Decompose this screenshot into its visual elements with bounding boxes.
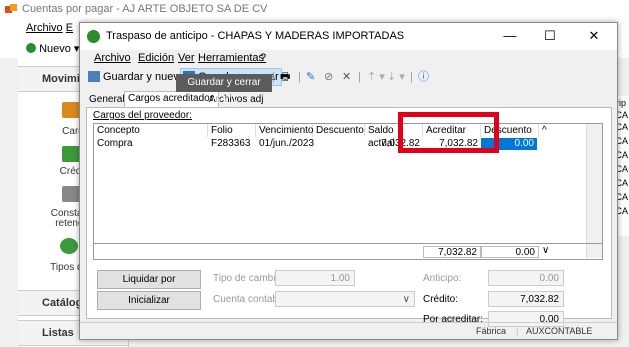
scroll-down-icon[interactable]: ∨: [542, 245, 549, 256]
column-header-vencimiento[interactable]: Vencimiento: [256, 124, 313, 137]
background-nuevo-button[interactable]: Nuevo ▾: [26, 42, 79, 55]
dialog-app-icon: [87, 30, 100, 43]
print-icon[interactable]: 🖶: [280, 69, 290, 85]
cargos-icon[interactable]: [62, 102, 80, 118]
toolbar-separator: |: [272, 71, 275, 83]
background-title-bar: Cuentas por pagar - AJ ARTE OBJETO SA DE…: [0, 0, 629, 18]
total-acreditar: 7,032.82: [423, 246, 481, 258]
dialog-title: Traspaso de anticipo - CHAPAS Y MADERAS …: [106, 30, 405, 42]
tab-cargos-acreditados[interactable]: Cargos acreditados: [124, 91, 219, 108]
next-icon[interactable]: ⇣ ▾: [387, 69, 405, 85]
credito-label: Crédito:: [423, 294, 459, 305]
background-window-title: Cuentas por pagar - AJ ARTE OBJETO SA DE…: [22, 3, 268, 15]
tab-general[interactable]: General: [86, 93, 128, 107]
cargos-panel: Cargos del proveedor: Concepto Folio Ven…: [86, 107, 612, 327]
add-icon: [26, 43, 36, 53]
grid-totals-row: 7,032.82 0.00 ∨: [94, 243, 602, 259]
inicializar-button[interactable]: Inicializar: [97, 291, 201, 310]
minimize-button[interactable]: —: [490, 25, 530, 47]
dialog-tabs: General Cargos acreditados Archivos adj: [86, 91, 611, 108]
dialog-toolbar: Guardar y nuevo Guardar y cerrar | 🖶 | ✎…: [80, 66, 617, 88]
background-menu-archivo[interactable]: Archivo E: [26, 22, 73, 34]
save-new-icon: [88, 71, 100, 82]
dialog-status-bar: Fábrica | AUXCONTABLE: [80, 322, 617, 339]
cancel-icon[interactable]: ⊘: [324, 69, 333, 85]
liquidar-antiguedad-button[interactable]: Liquidar por antigüedad: [97, 270, 201, 302]
column-header-concepto[interactable]: Concepto: [94, 124, 208, 137]
column-header-folio[interactable]: Folio: [208, 124, 256, 137]
status-fabrica: Fábrica: [476, 326, 507, 336]
tipos-cambio-icon[interactable]: [60, 238, 78, 254]
highlight-box: [398, 112, 499, 153]
menu-ver[interactable]: Ver: [178, 52, 195, 64]
status-user: AUXCONTABLE: [526, 326, 593, 336]
dialog-title-bar[interactable]: Traspaso de anticipo - CHAPAS Y MADERAS …: [80, 23, 617, 50]
column-header-descuento[interactable]: Descuento: [313, 124, 365, 137]
credito-field[interactable]: 7,032.82: [488, 291, 564, 307]
cell-concepto[interactable]: Compra: [94, 138, 208, 150]
anticipo-label: Anticipo:: [423, 273, 462, 284]
sort-up-icon[interactable]: ^: [539, 124, 557, 137]
help-icon[interactable]: ⓘ: [418, 69, 429, 85]
close-button[interactable]: ✕: [574, 25, 614, 47]
toolbar-separator: |: [410, 71, 413, 83]
delete-icon[interactable]: ✕: [342, 69, 351, 85]
anticipo-field[interactable]: 0.00: [488, 270, 564, 286]
traspaso-dialog: Traspaso de anticipo - CHAPAS Y MADERAS …: [79, 22, 618, 340]
total-descuento: 0.00: [481, 246, 539, 258]
toolbar-separator: |: [298, 71, 301, 83]
cell-vencimiento[interactable]: 01/jun./2023: [256, 138, 314, 150]
cell-folio[interactable]: F283363: [208, 138, 256, 150]
creditos-icon[interactable]: [62, 146, 80, 162]
toolbar-separator: |: [358, 71, 361, 83]
cuenta-contable-select[interactable]: ∨: [275, 291, 415, 307]
chevron-down-icon: ∨: [402, 294, 410, 305]
guardar-cerrar-tooltip: Guardar y cerrar (F11): [176, 74, 272, 106]
cargos-proveedor-label: Cargos del proveedor:: [93, 110, 192, 121]
menu-ayuda[interactable]: ?: [260, 52, 266, 64]
grid-scrollbar[interactable]: [586, 124, 602, 258]
edit-icon[interactable]: ✎: [306, 69, 315, 85]
menu-herramientas[interactable]: Herramientas: [198, 52, 264, 64]
cargos-grid[interactable]: Concepto Folio Vencimiento Descuento Sal…: [93, 123, 603, 260]
dialog-menu-bar: Archivo Edición Ver Herramientas ?: [80, 50, 617, 66]
tipo-cambio-label: Tipo de cambio:: [213, 273, 284, 284]
app-logo-icon: [5, 4, 17, 13]
maximize-button[interactable]: ☐: [530, 25, 570, 47]
guardar-nuevo-button[interactable]: Guardar y nuevo: [88, 69, 185, 85]
previous-icon[interactable]: ⇡ ▾: [367, 69, 385, 85]
constancias-icon[interactable]: [62, 186, 80, 202]
status-separator: |: [516, 326, 519, 336]
menu-archivo[interactable]: Archivo: [94, 52, 131, 64]
tipo-cambio-field[interactable]: 1.00: [275, 270, 355, 286]
menu-edicion[interactable]: Edición: [138, 52, 174, 64]
cell-descuento[interactable]: [313, 138, 365, 150]
